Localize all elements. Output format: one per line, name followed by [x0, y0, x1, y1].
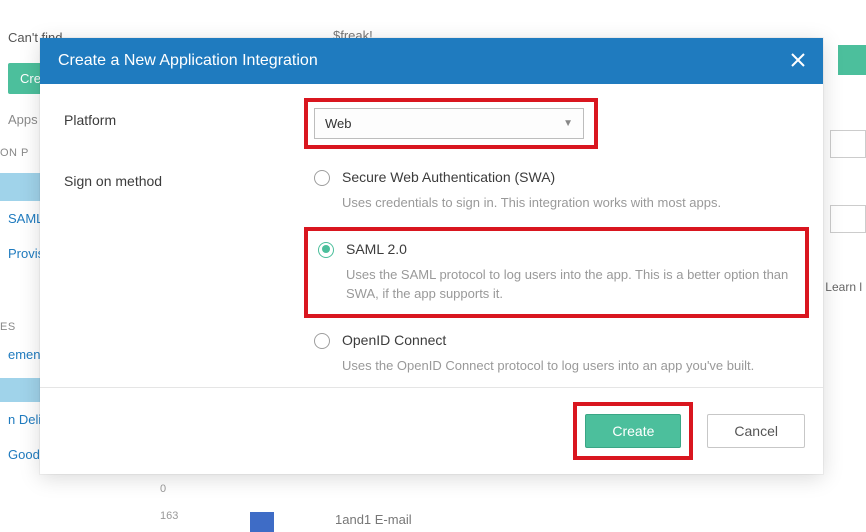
modal-header: Create a New Application Integration — [40, 38, 823, 84]
modal-footer: Create Cancel — [40, 387, 823, 474]
modal-body: Platform Web ▼ Sign on method Secure Web… — [40, 84, 823, 387]
bg-green-button[interactable] — [838, 45, 866, 75]
cancel-button[interactable]: Cancel — [707, 414, 805, 448]
bg-count-163: 163 — [160, 510, 178, 522]
radio-icon[interactable] — [314, 170, 330, 186]
bg-item-label[interactable]: 1and1 E-mail — [335, 512, 412, 527]
modal-title: Create a New Application Integration — [58, 52, 318, 70]
new-app-integration-modal: Create a New Application Integration Pla… — [40, 38, 823, 474]
create-highlight: Create — [573, 402, 693, 460]
radio-desc: Uses the OpenID Connect protocol to log … — [342, 356, 799, 376]
platform-highlight: Web ▼ — [304, 98, 598, 149]
bg-count: 0 — [160, 483, 166, 495]
bg-app-icon — [250, 512, 274, 532]
signon-option-saml[interactable]: SAML 2.0 Uses the SAML protocol to log u… — [318, 241, 795, 304]
platform-select-value: Web — [325, 116, 352, 131]
radio-title: OpenID Connect — [342, 332, 799, 348]
bg-box[interactable] — [830, 205, 866, 233]
radio-desc: Uses the SAML protocol to log users into… — [346, 265, 795, 304]
radio-desc: Uses credentials to sign in. This integr… — [342, 193, 799, 213]
radio-title: SAML 2.0 — [346, 241, 795, 257]
signon-option-swa[interactable]: Secure Web Authentication (SWA) Uses cre… — [314, 169, 799, 213]
saml-highlight: SAML 2.0 Uses the SAML protocol to log u… — [304, 227, 809, 318]
signon-method-group: Secure Web Authentication (SWA) Uses cre… — [314, 169, 799, 375]
platform-label: Platform — [64, 108, 274, 139]
signon-option-openid[interactable]: OpenID Connect Uses the OpenID Connect p… — [314, 332, 799, 376]
platform-select[interactable]: Web ▼ — [314, 108, 584, 139]
chevron-down-icon: ▼ — [563, 118, 573, 129]
create-button[interactable]: Create — [585, 414, 681, 448]
signon-label: Sign on method — [64, 169, 274, 375]
close-icon[interactable] — [791, 52, 805, 70]
radio-title: Secure Web Authentication (SWA) — [342, 169, 799, 185]
radio-icon[interactable] — [314, 333, 330, 349]
bg-box[interactable] — [830, 130, 866, 158]
radio-icon[interactable] — [318, 242, 334, 258]
